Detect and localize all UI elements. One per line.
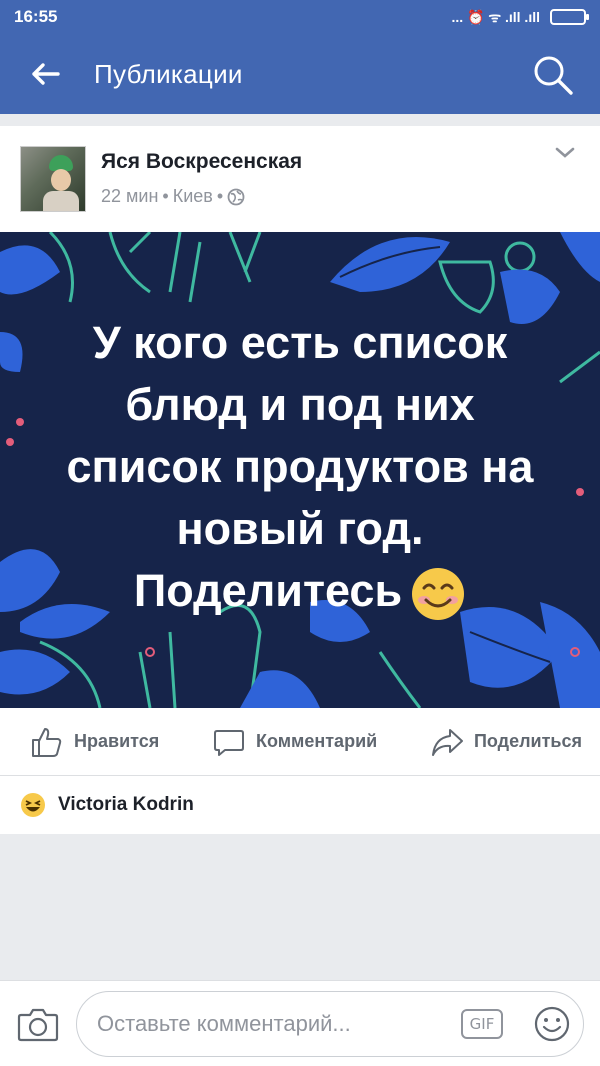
post-text-line: У кого есть список bbox=[92, 317, 508, 368]
like-button[interactable]: Нравится bbox=[30, 725, 159, 759]
like-label: Нравится bbox=[74, 731, 160, 751]
gif-icon[interactable]: GIF bbox=[461, 1008, 503, 1039]
share-arrow-icon bbox=[431, 728, 463, 756]
emoji-icon[interactable] bbox=[533, 1005, 571, 1043]
avatar-face bbox=[51, 169, 71, 191]
top-bar: 16:55 ... ⏰ ᯤ .ıll .ıll Публикации bbox=[0, 0, 600, 114]
thumbs-up-icon bbox=[32, 727, 62, 757]
reaction-row[interactable]: Victoria Kodrin bbox=[0, 776, 600, 834]
post-location[interactable]: Киев bbox=[173, 186, 213, 207]
share-label: Поделиться bbox=[473, 731, 582, 751]
post-image[interactable]: У кого есть список блюд и под них список… bbox=[0, 232, 600, 708]
comment-placeholder: Оставьте комментарий... bbox=[97, 1010, 351, 1036]
meta-separator: • bbox=[216, 186, 224, 206]
post-time[interactable]: 22 мин bbox=[101, 186, 158, 207]
chevron-down-icon[interactable] bbox=[554, 144, 576, 160]
page-title: Публикации bbox=[94, 58, 243, 89]
battery-icon bbox=[550, 9, 589, 25]
speech-bubble-icon bbox=[213, 729, 244, 756]
search-icon[interactable] bbox=[532, 54, 574, 96]
avatar[interactable] bbox=[20, 146, 86, 212]
status-icons: ... ⏰ ᯤ .ıll .ıll bbox=[451, 8, 589, 27]
arrow-left-icon[interactable] bbox=[28, 57, 62, 91]
camera-icon[interactable] bbox=[16, 1002, 60, 1046]
comment-button[interactable]: Комментарий bbox=[212, 725, 377, 759]
smiling-face-icon bbox=[412, 568, 465, 621]
post-author[interactable]: Яся Воскресенская bbox=[101, 150, 302, 174]
post-image-text: У кого есть список блюд и под них список… bbox=[0, 312, 600, 622]
meta-separator: • bbox=[162, 186, 169, 206]
post-meta: 22 мин • Киев • bbox=[101, 186, 245, 207]
status-time: 16:55 bbox=[14, 7, 58, 26]
status-icons-text: ... ⏰ ᯤ .ıll .ıll bbox=[451, 8, 540, 25]
header: Публикации bbox=[0, 34, 600, 114]
post-text-line: блюд и под них bbox=[125, 379, 475, 430]
reactor-name[interactable]: Victoria Kodrin bbox=[58, 794, 194, 816]
post-text-line-last: Поделитесь bbox=[40, 560, 560, 622]
post-text-line: новый год. bbox=[176, 503, 424, 554]
post-actions: Нравится Комментарий Поделиться bbox=[0, 708, 600, 776]
post-card: Яся Воскресенская 22 мин • Киев • У кого… bbox=[0, 126, 600, 834]
post-text-line: Поделитесь bbox=[133, 565, 403, 616]
status-bar: 16:55 ... ⏰ ᯤ .ıll .ıll bbox=[0, 0, 600, 34]
share-button[interactable]: Поделиться bbox=[430, 725, 582, 759]
avatar-body bbox=[43, 191, 79, 211]
comment-input[interactable]: Оставьте комментарий... GIF bbox=[76, 990, 584, 1057]
globe-icon bbox=[227, 188, 245, 205]
post-header: Яся Воскресенская 22 мин • Киев • bbox=[0, 126, 600, 232]
post-text-line: список продуктов на bbox=[66, 441, 534, 492]
comment-label: Комментарий bbox=[255, 731, 378, 751]
haha-icon bbox=[21, 793, 45, 817]
comment-bar: Оставьте комментарий... GIF bbox=[0, 980, 600, 1066]
